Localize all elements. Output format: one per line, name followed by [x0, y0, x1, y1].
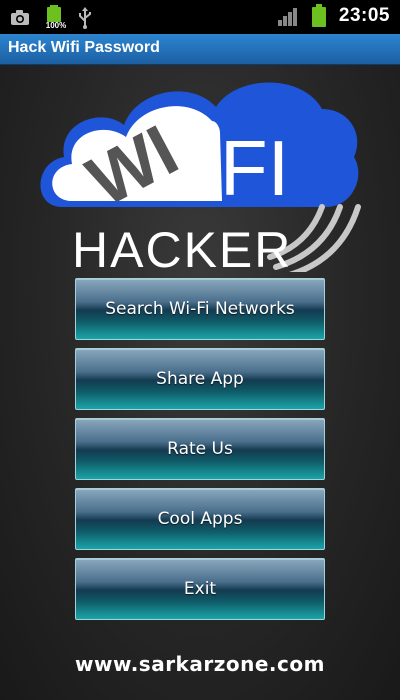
app-title-bar: Hack Wifi Password: [0, 34, 400, 65]
camera-icon: [10, 9, 30, 27]
search-wifi-networks-button[interactable]: Search Wi-Fi Networks: [75, 278, 325, 340]
battery-charging-icon: 100%: [44, 5, 66, 31]
logo-fi-text: FI: [220, 124, 289, 212]
battery-percent: 100%: [45, 21, 67, 30]
cool-apps-button[interactable]: Cool Apps: [75, 488, 325, 550]
status-bar: 100% 23:05: [0, 0, 400, 34]
exit-button[interactable]: Exit: [75, 558, 325, 620]
main-menu: Search Wi-Fi Networks Share App Rate Us …: [75, 278, 325, 628]
logo-hacker-text: HACKER: [72, 222, 292, 272]
wifi-hacker-logo: WI FI HACKER: [40, 82, 361, 272]
rate-us-button[interactable]: Rate Us: [75, 418, 325, 480]
footer-website-url: www.sarkarzone.com: [75, 652, 325, 676]
app-title: Hack Wifi Password: [8, 39, 160, 56]
usb-icon: [78, 7, 92, 29]
signal-icon: [277, 6, 299, 26]
status-clock: 23:05: [338, 5, 390, 26]
battery-icon: [311, 4, 327, 28]
share-app-button[interactable]: Share App: [75, 348, 325, 410]
main-content: WI FI HACKER Search Wi-Fi Networks Share…: [0, 65, 400, 700]
